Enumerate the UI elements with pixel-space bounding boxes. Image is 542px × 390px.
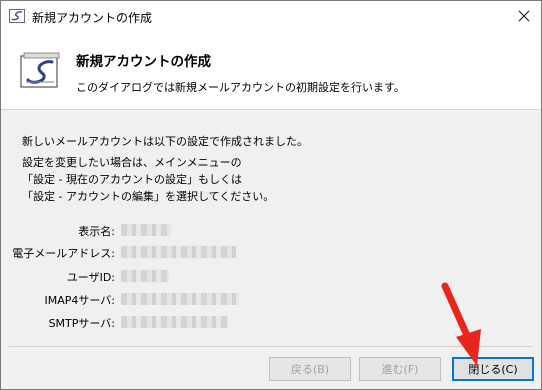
window-title: 新規アカウントの作成 — [32, 11, 153, 25]
app-logo-icon — [9, 9, 25, 23]
close-window-button[interactable] — [512, 5, 536, 27]
header-title: 新規アカウントの作成 — [76, 54, 211, 70]
back-button[interactable]: 戻る(B) — [269, 357, 351, 381]
dialog-header: 新規アカウントの作成 このダイアログでは新規メールアカウントの初期設定を行います… — [1, 32, 541, 110]
smtp-server-value — [121, 316, 228, 328]
header-description: このダイアログでは新規メールアカウントの初期設定を行います。 — [76, 81, 405, 94]
display-name-value — [121, 224, 171, 236]
result-message: 新しいメールアカウントは以下の設定で作成されました。 — [22, 135, 308, 148]
close-icon — [518, 10, 530, 22]
new-account-dialog: 新規アカウントの作成 新規アカウントの作成 このダイアログでは新規メールアカウン… — [0, 0, 542, 390]
red-arrow-annotation — [441, 282, 481, 366]
smtp-server-label: SMTPサーバ: — [48, 317, 115, 330]
imap-server-label: IMAP4サーバ: — [44, 294, 116, 307]
instruction-message: 設定を変更したい場合は、メインメニューの 「設定 - 現在のアカウントの設定」も… — [22, 154, 274, 205]
email-address-value — [121, 246, 236, 258]
title-bar: 新規アカウントの作成 — [1, 1, 541, 32]
instruction-line: 設定を変更したい場合は、メインメニューの — [22, 156, 242, 169]
display-name-label: 表示名: — [78, 225, 115, 238]
user-id-label: ユーザID: — [66, 271, 115, 284]
instruction-line: 「設定 - 現在のアカウントの設定」もしくは — [22, 173, 242, 186]
imap-server-value — [121, 293, 239, 305]
email-address-label: 電子メールアドレス: — [12, 247, 115, 260]
instruction-line: 「設定 - アカウントの編集」を選択してください。 — [22, 190, 275, 203]
user-id-value — [121, 270, 169, 282]
account-logo-icon — [20, 52, 60, 88]
next-button[interactable]: 進む(F) — [359, 357, 441, 381]
